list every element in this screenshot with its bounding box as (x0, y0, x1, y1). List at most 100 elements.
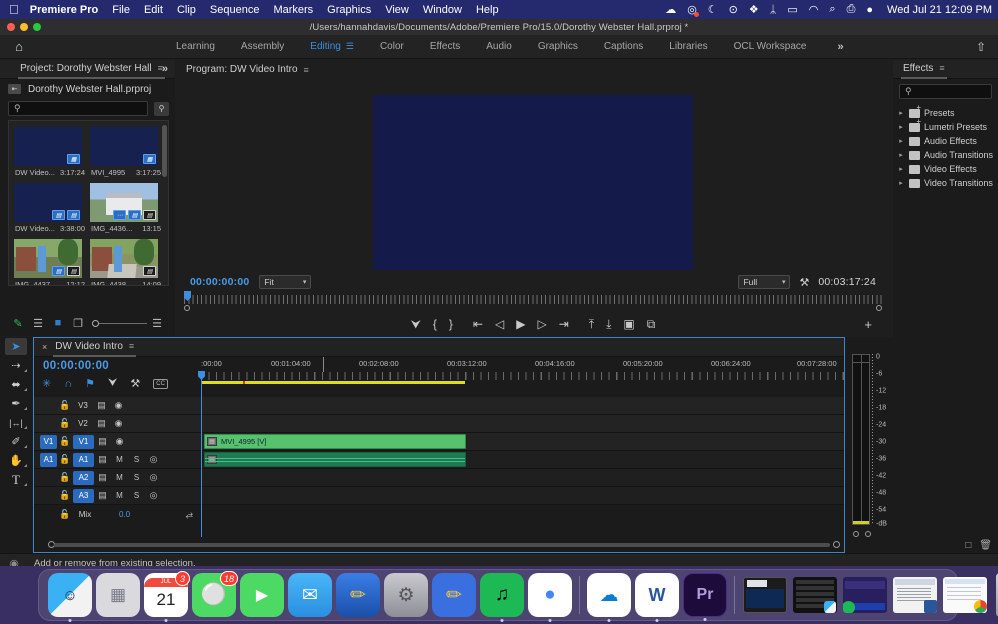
type-tool[interactable]: T (0, 470, 32, 489)
do-not-disturb-moon-icon[interactable]: ☾ (708, 3, 718, 16)
dock-calendar-icon[interactable]: JUL 21 3 (144, 573, 188, 617)
program-current-timecode[interactable]: 00:00:00:00 (190, 276, 249, 288)
chevron-right-icon[interactable]: ▸ (897, 151, 905, 159)
list-view-icon[interactable]: ☰ (28, 317, 48, 330)
meter-solo-left-button[interactable] (853, 531, 859, 537)
timeline-scroll-thumb[interactable] (54, 543, 830, 547)
timeline-clip-audio[interactable]: ▤ (204, 452, 466, 467)
menu-bar-clock[interactable]: Wed Jul 21 12:09 PM (887, 4, 992, 16)
effects-panel-menu-icon[interactable]: ≡ (939, 63, 944, 73)
menu-clip[interactable]: Clip (177, 4, 196, 16)
menu-help[interactable]: Help (476, 4, 499, 16)
spotlight-search-icon[interactable]: ⌕ (829, 3, 835, 16)
timeline-track-v1[interactable]: V1 🔓 V1 ▤ ◉ ▤ MVI_4995 [V] (34, 433, 844, 451)
comparison-view-button[interactable]: ⧉ (647, 317, 656, 332)
timeline-playhead[interactable] (201, 371, 202, 537)
track-body-v2[interactable] (201, 415, 844, 432)
track-lock-icon[interactable]: 🔓 (57, 400, 73, 411)
track-lock-icon[interactable]: 🔓 (57, 509, 73, 520)
track-body-a1[interactable]: ▤ (201, 451, 844, 468)
minimized-spotify-window[interactable] (843, 577, 887, 613)
work-area-bar[interactable] (201, 381, 465, 384)
workspace-overflow-icon[interactable]: » (837, 41, 843, 53)
track-lock-icon[interactable]: 🔓 (57, 490, 73, 501)
dock-system-preferences-icon[interactable]: ⚙ (384, 573, 428, 617)
tab-editing[interactable]: Editing☰ (297, 41, 367, 52)
source-patch-a1[interactable]: A1 (40, 453, 57, 467)
cloud-icon[interactable]: ☁ (665, 3, 676, 16)
dock-onedrive-icon[interactable]: ☁ (587, 573, 631, 617)
source-patch-a2[interactable] (40, 471, 57, 485)
new-custom-bin-icon[interactable]: □ (965, 540, 971, 551)
menu-view[interactable]: View (385, 4, 409, 16)
bin-item[interactable]: ▤▤ IMG_4437...12:12 (14, 239, 86, 286)
mute-track-button[interactable]: M (111, 473, 128, 482)
track-body-a3[interactable] (201, 487, 844, 504)
tab-learning[interactable]: Learning (163, 41, 228, 52)
program-monitor-stage[interactable] (176, 80, 890, 284)
timeline-time-ruler[interactable]: :00:00 00:01:04:00 00:02:08:00 00:03:12:… (201, 357, 844, 397)
voice-over-record-icon[interactable]: ◎ (145, 472, 162, 483)
sync-lock-icon[interactable]: ▤ (94, 472, 111, 483)
zoom-slider[interactable] (92, 320, 147, 327)
tab-effects[interactable]: Effects (417, 41, 473, 52)
track-lock-icon[interactable]: 🔓 (57, 418, 73, 429)
icon-view-icon[interactable]: ■ (48, 317, 68, 329)
minimized-chrome-window[interactable] (943, 577, 987, 613)
track-output-eye-icon[interactable]: ◉ (110, 400, 127, 411)
solo-track-button[interactable]: S (128, 491, 145, 500)
menu-file[interactable]: File (112, 4, 130, 16)
voice-over-record-icon[interactable]: ◎ (145, 454, 162, 465)
captions-icon[interactable]: CC (153, 379, 168, 389)
creative-cloud-icon[interactable]: ◎ (687, 3, 697, 16)
track-lock-icon[interactable]: 🔓 (57, 472, 73, 483)
sync-lock-icon[interactable]: ▤ (93, 418, 110, 429)
dock-mail-icon[interactable]: ✉ (288, 573, 332, 617)
battery-icon[interactable]: ▭ (787, 3, 797, 16)
delete-custom-item-icon[interactable]: 🗑 (979, 540, 992, 551)
effects-folder-presets[interactable]: ▸ Presets (897, 106, 998, 120)
ripple-edit-tool[interactable]: ⬌ (0, 375, 32, 394)
sync-lock-icon[interactable]: ▤ (94, 454, 111, 465)
razor-tool[interactable]: ✒ (0, 394, 32, 413)
dock-finder-icon[interactable]: ☺ (48, 573, 92, 617)
track-body-v3[interactable] (201, 397, 844, 414)
home-icon[interactable]: ⌂ (0, 39, 38, 54)
time-machine-icon[interactable]: ⊙ (729, 3, 738, 16)
dock-microsoft-word-icon[interactable]: W (635, 573, 679, 617)
program-zoom-select[interactable]: Fit ▾ (259, 275, 311, 289)
timeline-sequence-tab[interactable]: DW Video Intro ≡ (53, 338, 136, 357)
track-name-a3[interactable]: A3 (73, 489, 94, 503)
program-out-point-handle[interactable] (876, 305, 882, 311)
track-output-eye-icon[interactable]: ◉ (110, 418, 127, 429)
source-patch-v1[interactable]: V1 (40, 435, 57, 449)
freeform-view-icon[interactable]: ❐ (68, 317, 88, 330)
sort-icon[interactable]: ☰ (147, 317, 167, 330)
menu-edit[interactable]: Edit (144, 4, 163, 16)
program-monitor-tab[interactable]: Program: DW Video Intro ≡ (184, 60, 311, 79)
wifi-icon[interactable]: ◠ (809, 3, 819, 16)
bin-item[interactable]: ▦ MVI_49953:17:25 (90, 127, 162, 177)
tab-editing-menu-icon[interactable]: ☰ (346, 41, 354, 52)
chevron-right-icon[interactable]: ▸ (897, 165, 905, 173)
bin-item[interactable]: ⋯▤▤ IMG_4436...13:15 (90, 183, 162, 233)
program-quality-select[interactable]: Full ▾ (738, 275, 790, 289)
timeline-display-settings-icon[interactable]: ✳ (42, 377, 51, 390)
button-editor-icon[interactable]: + (864, 317, 872, 332)
track-output-eye-icon[interactable]: ◉ (111, 436, 128, 447)
share-icon[interactable]: ⇧ (976, 40, 986, 54)
audio-meter-bars[interactable] (852, 354, 870, 525)
solo-track-button[interactable]: S (128, 473, 145, 482)
sync-lock-icon[interactable]: ▤ (94, 436, 111, 447)
effects-panel-tab[interactable]: Effects ≡ (901, 60, 947, 79)
go-to-in-button[interactable]: ⇤ (473, 317, 483, 331)
track-body-v1[interactable]: ▤ MVI_4995 [V] (201, 433, 844, 450)
minimized-calculator-window[interactable] (793, 577, 837, 613)
timeline-panel-menu-icon[interactable]: ≡ (129, 341, 134, 351)
track-lock-icon[interactable]: 🔓 (57, 436, 73, 447)
program-in-point-handle[interactable] (184, 305, 190, 311)
bin-item[interactable]: ▤ IMG_4438...14:09 (90, 239, 162, 286)
chevron-right-icon[interactable]: ▸ (897, 109, 905, 117)
track-name-a1[interactable]: A1 (73, 453, 94, 467)
printer-icon[interactable]: ⎙ (847, 3, 856, 16)
